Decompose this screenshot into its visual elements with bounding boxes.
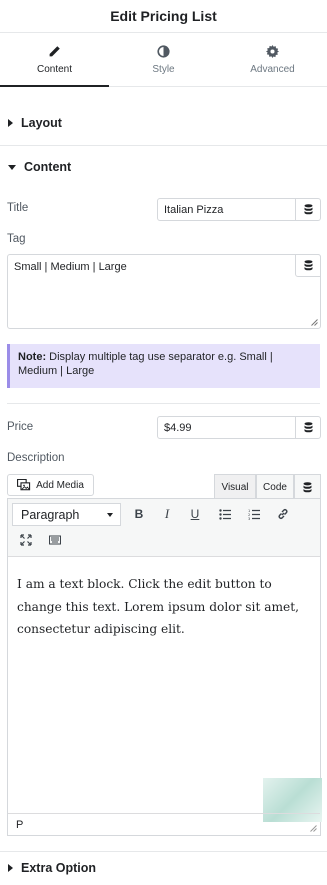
tag-textarea[interactable]: Small | Medium | Large [7, 254, 321, 329]
note-text: Display multiple tag use separator e.g. … [18, 351, 273, 377]
description-editor: Paragraph B I U 123 I am a text block. C… [7, 498, 322, 836]
panel-tabs: Content Style Advanced [0, 33, 327, 87]
note-bold: Note: [18, 351, 47, 363]
bullet-list-button[interactable] [215, 504, 235, 524]
italic-button[interactable]: I [157, 504, 177, 524]
panel-title: Edit Pricing List [110, 8, 217, 24]
element-path[interactable]: P [16, 819, 23, 831]
tab-advanced-label: Advanced [250, 63, 295, 75]
resize-grip-icon[interactable] [310, 825, 317, 832]
description-label: Description [7, 452, 65, 464]
section-content[interactable]: Content [0, 145, 327, 189]
format-select-value: Paragraph [21, 507, 80, 522]
section-layout[interactable]: Layout [0, 101, 327, 145]
price-label: Price [7, 421, 34, 433]
tab-content-label: Content [36, 63, 73, 75]
price-input[interactable]: $4.99 [157, 416, 296, 439]
add-media-label: Add Media [36, 479, 84, 491]
caret-right-icon [8, 864, 13, 872]
title-dynamic-button[interactable] [295, 198, 321, 221]
numbered-list-button[interactable]: 123 [244, 504, 264, 524]
numbered-list-icon: 123 [248, 509, 260, 520]
section-extra-title: Extra Option [21, 861, 97, 875]
database-icon [304, 422, 312, 433]
link-icon [278, 509, 288, 519]
tab-visual[interactable]: Visual [214, 474, 256, 499]
link-button[interactable] [273, 504, 293, 524]
tag-note: Note: Display multiple tag use separator… [7, 344, 320, 388]
fullscreen-button[interactable] [16, 530, 36, 550]
tab-content[interactable]: Content [0, 33, 109, 87]
keyboard-icon [49, 535, 61, 545]
chevron-down-icon [107, 513, 113, 517]
tab-advanced[interactable]: Advanced [218, 33, 327, 86]
contrast-icon [157, 44, 170, 58]
database-icon [304, 260, 312, 271]
panel-header: Edit Pricing List [0, 0, 327, 33]
section-extra-option[interactable]: Extra Option [0, 851, 327, 885]
format-select[interactable]: Paragraph [12, 503, 121, 526]
tab-code[interactable]: Code [256, 474, 294, 499]
toolbar-toggle-button[interactable] [45, 530, 65, 550]
bullet-list-icon [219, 509, 231, 520]
divider [7, 403, 320, 404]
pencil-icon [49, 45, 60, 56]
tag-dynamic-button[interactable] [295, 254, 321, 277]
caret-down-icon [8, 164, 16, 170]
database-icon [303, 481, 312, 492]
tag-label: Tag [7, 233, 26, 245]
title-label: Title [7, 202, 29, 214]
editor-status-bar: P [8, 813, 320, 835]
underline-button[interactable]: U [185, 504, 205, 524]
svg-text:3: 3 [248, 517, 250, 520]
section-content-title: Content [24, 160, 72, 174]
tab-style[interactable]: Style [109, 33, 218, 86]
caret-right-icon [8, 119, 13, 127]
editor-content[interactable]: I am a text block. Click the edit button… [17, 573, 313, 641]
expand-icon [20, 534, 32, 546]
gear-icon [266, 44, 279, 58]
database-icon [304, 204, 312, 215]
media-icon [17, 479, 31, 491]
add-media-button[interactable]: Add Media [7, 474, 94, 496]
title-input[interactable]: Italian Pizza [157, 198, 296, 221]
bold-button[interactable]: B [129, 504, 149, 524]
editor-toolbar: Paragraph B I U 123 [8, 499, 320, 557]
tag-value: Small | Medium | Large [14, 261, 127, 273]
tab-style-label: Style [152, 63, 175, 75]
section-layout-title: Layout [21, 116, 62, 130]
resize-grip-icon[interactable] [311, 319, 318, 326]
editor-dynamic-button[interactable] [294, 474, 321, 499]
price-dynamic-button[interactable] [295, 416, 321, 439]
